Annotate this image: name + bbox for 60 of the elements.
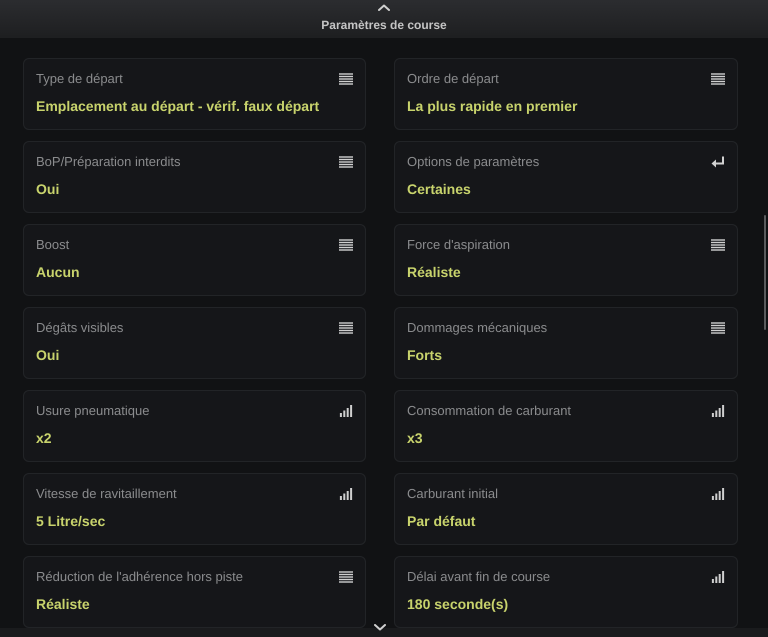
list-icon [711,322,725,334]
setting-label: Ordre de départ [407,71,499,87]
setting-card[interactable]: Dégâts visibles Oui [23,307,366,379]
list-icon [711,73,725,85]
ascending-bars-icon [339,488,353,500]
chevron-up-icon[interactable] [378,4,390,11]
list-icon [711,239,725,251]
list-icon [339,73,353,85]
setting-value: x3 [407,429,424,447]
setting-value: Réaliste [407,263,462,281]
setting-card[interactable]: Usure pneumatique x2 [23,390,366,462]
setting-label: Boost [36,237,70,253]
list-icon [339,322,353,334]
setting-value: x2 [36,429,53,447]
setting-card[interactable]: Consommation de carburant x3 [394,390,738,462]
setting-value: Oui [36,180,60,198]
setting-value: La plus rapide en premier [407,97,578,115]
setting-card[interactable]: Options de paramètres Certaines [394,141,738,213]
setting-card[interactable]: Délai avant fin de course 180 seconde(s) [394,556,738,628]
setting-value: Oui [36,346,60,364]
page-title: Paramètres de course [321,19,447,31]
setting-label: Vitesse de ravitaillement [36,486,177,502]
ascending-bars-icon [339,405,353,417]
setting-value: 5 Litre/sec [36,512,106,530]
setting-label: BoP/Préparation interdits [36,154,181,170]
setting-value: Par défaut [407,512,476,530]
setting-value: 180 seconde(s) [407,595,510,613]
setting-card[interactable]: Carburant initial Par défaut [394,473,738,545]
setting-label: Dégâts visibles [36,320,124,336]
setting-label: Réduction de l'adhérence hors piste [36,569,244,585]
setting-value: Emplacement au départ - vérif. faux départ [36,97,320,115]
list-icon [339,239,353,251]
setting-value: Forts [407,346,443,364]
ascending-bars-icon [711,571,725,583]
setting-label: Carburant initial [407,486,498,502]
chevron-down-icon[interactable] [374,624,386,631]
setting-value: Réaliste [36,595,91,613]
ascending-bars-icon [711,405,725,417]
setting-card[interactable]: BoP/Préparation interdits Oui [23,141,366,213]
setting-card[interactable]: Type de départ Emplacement au départ - vérif. faux départ [23,58,366,130]
scrollbar-thumb[interactable] [764,215,766,330]
setting-value: Aucun [36,263,81,281]
setting-card[interactable]: Boost Aucun [23,224,366,296]
setting-label: Dommages mécaniques [407,320,548,336]
setting-card[interactable]: Ordre de départ La plus rapide en premier [394,58,738,130]
setting-label: Force d'aspiration [407,237,510,253]
setting-card[interactable]: Dommages mécaniques Forts [394,307,738,379]
setting-label: Type de départ [36,71,123,87]
setting-card[interactable]: Force d'aspiration Réaliste [394,224,738,296]
return-arrow-icon [711,156,725,168]
setting-label: Délai avant fin de course [407,569,550,585]
setting-card[interactable]: Vitesse de ravitaillement 5 Litre/sec [23,473,366,545]
setting-value: Certaines [407,180,472,198]
setting-label: Usure pneumatique [36,403,150,419]
list-icon [339,156,353,168]
setting-label: Options de paramètres [407,154,540,170]
ascending-bars-icon [711,488,725,500]
list-icon [339,571,353,583]
setting-label: Consommation de carburant [407,403,572,419]
setting-card[interactable]: Réduction de l'adhérence hors piste Réaliste [23,556,366,628]
